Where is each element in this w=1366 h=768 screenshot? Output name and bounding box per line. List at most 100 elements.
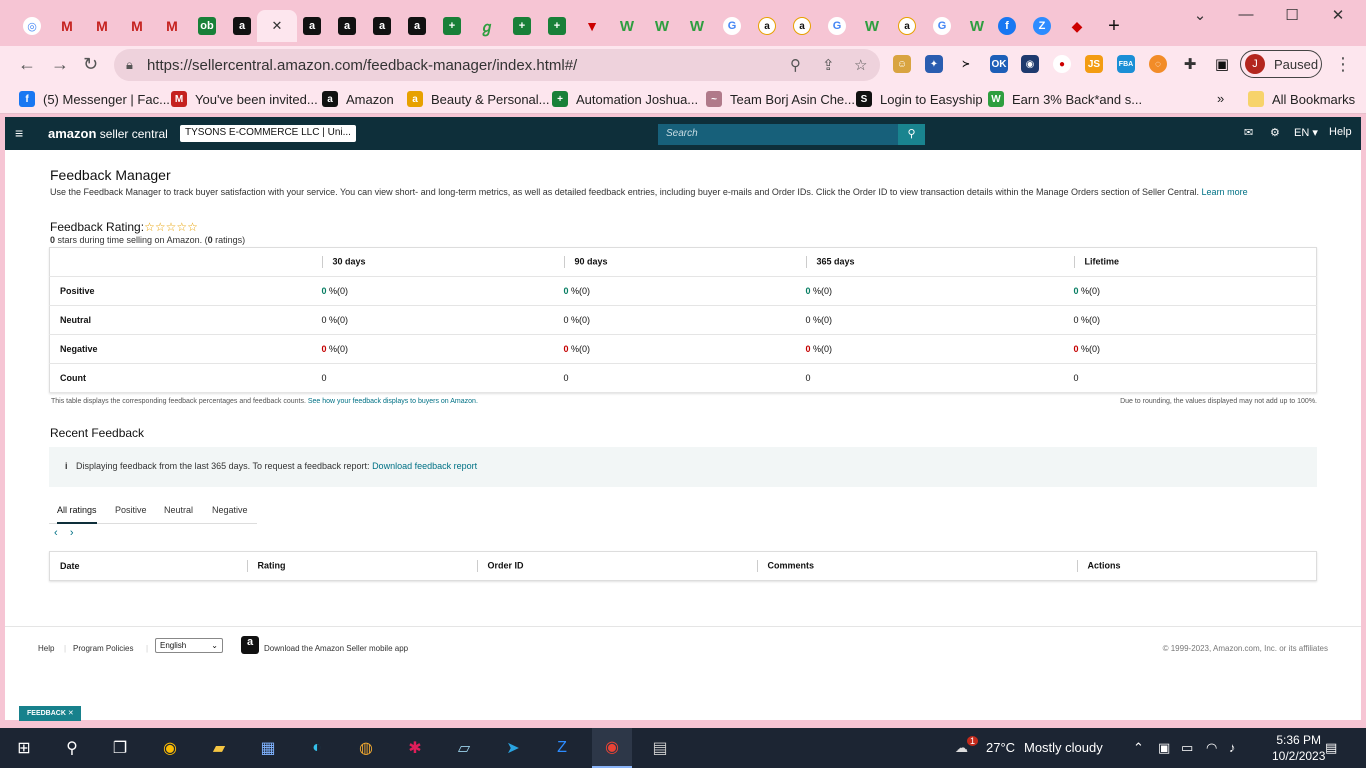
all-bookmarks[interactable]: All Bookmarks xyxy=(1248,91,1355,107)
edge-icon[interactable]: ◐ xyxy=(305,736,329,760)
task-view-icon[interactable]: ❐ xyxy=(108,736,132,760)
profile-button[interactable]: J Paused xyxy=(1240,50,1322,78)
notes-app-icon[interactable]: ▱ xyxy=(452,736,476,760)
next-page-icon[interactable]: › xyxy=(70,527,74,539)
feedback-display-link[interactable]: See how your feedback displays to buyers… xyxy=(308,398,478,405)
help-link[interactable]: Help xyxy=(1329,126,1352,138)
volume-icon[interactable]: ♪ xyxy=(1229,740,1236,755)
wifi-icon[interactable]: ◠ xyxy=(1206,740,1217,756)
extension-icon[interactable]: ✦ xyxy=(925,55,943,73)
chrome-icon[interactable]: ◉ xyxy=(158,736,182,760)
browser-tab[interactable]: a xyxy=(788,12,816,40)
zoom-magnifier-icon[interactable]: ⚲ xyxy=(790,56,801,74)
battery-icon[interactable]: ▭ xyxy=(1181,740,1193,756)
browser-tab[interactable]: G xyxy=(928,12,956,40)
search-input[interactable]: Search xyxy=(658,124,898,145)
browser-tab[interactable]: G xyxy=(718,12,746,40)
browser-tab[interactable]: ◆ xyxy=(1063,12,1091,40)
prev-page-icon[interactable]: ‹ xyxy=(54,527,58,539)
telegram-icon[interactable]: ➤ xyxy=(501,736,525,760)
gear-icon[interactable]: ⚙ xyxy=(1270,126,1280,139)
account-switcher[interactable]: TYSONS E-COMMERCE LLC | Uni... xyxy=(180,125,356,142)
bookmark-item[interactable]: a Beauty & Personal... xyxy=(407,91,550,107)
amazon-app-logo-icon[interactable]: a xyxy=(241,636,259,654)
maximize-window-button[interactable]: ☐ xyxy=(1272,6,1312,24)
browser-tab[interactable]: f xyxy=(993,12,1021,40)
address-bar[interactable]: 🔒︎ https://sellercentral.amazon.com/feed… xyxy=(114,49,880,81)
browser-tab[interactable]: a xyxy=(228,12,256,40)
browser-tab[interactable]: Z xyxy=(1028,12,1056,40)
column-header[interactable]: Date xyxy=(50,552,237,581)
calculator-icon[interactable]: ▤ xyxy=(648,736,672,760)
browser-tab[interactable]: a xyxy=(403,12,431,40)
bookmark-item[interactable]: + Automation Joshua... xyxy=(552,91,698,107)
browser-tab[interactable]: M xyxy=(53,12,81,40)
bookmark-item[interactable]: a Amazon xyxy=(322,91,394,107)
seller-central-logo[interactable]: amazon seller central xyxy=(48,126,168,141)
lock-icon[interactable]: 🔒︎ xyxy=(126,57,133,73)
learn-more-link[interactable]: Learn more xyxy=(1202,187,1248,197)
browser-tab[interactable]: M xyxy=(123,12,151,40)
filter-tab[interactable]: All ratings xyxy=(57,505,97,524)
notifications-icon[interactable]: ▤ xyxy=(1325,740,1337,756)
close-window-button[interactable]: ✕ xyxy=(1318,6,1358,24)
browser-tab[interactable]: W xyxy=(858,12,886,40)
meet-icon[interactable]: ▣ xyxy=(1158,740,1170,756)
bookmark-item[interactable]: W Earn 3% Back*and s... xyxy=(988,91,1142,107)
extensions-puzzle-icon[interactable]: ✚ xyxy=(1181,55,1199,73)
extension-icon[interactable]: ● xyxy=(1053,55,1071,73)
bookmark-item[interactable]: ~ Team Borj Asin Che... xyxy=(706,91,855,107)
browser-tab[interactable]: W xyxy=(683,12,711,40)
filter-tab[interactable]: Negative xyxy=(212,505,248,515)
chrome-active-icon[interactable]: ◉ xyxy=(592,728,632,768)
browser-tab[interactable]: + xyxy=(508,12,536,40)
weather-icon[interactable]: ☁ xyxy=(955,740,968,756)
extension-icon[interactable]: ☺ xyxy=(893,55,911,73)
bookmark-item[interactable]: S Login to Easyship xyxy=(856,91,983,107)
bookmarks-overflow-icon[interactable]: » xyxy=(1217,91,1224,106)
chevron-up-icon[interactable]: ⌃ xyxy=(1133,740,1144,756)
column-header[interactable]: Actions xyxy=(1067,552,1317,581)
browser-tab[interactable]: ▼ xyxy=(578,12,606,40)
hamburger-menu-icon[interactable]: ≡ xyxy=(15,125,23,141)
search-icon[interactable]: ⚲ xyxy=(60,736,84,760)
slack-icon[interactable]: ✱ xyxy=(403,736,427,760)
browser-tab[interactable]: a xyxy=(893,12,921,40)
browser-tab[interactable]: G xyxy=(823,12,851,40)
extension-icon[interactable]: FBA xyxy=(1117,55,1135,73)
download-app-link[interactable]: Download the Amazon Seller mobile app xyxy=(264,644,408,653)
program-policies-link[interactable]: Program Policies xyxy=(73,644,133,653)
browser-tab[interactable]: M xyxy=(158,12,186,40)
zoom-icon[interactable]: Z xyxy=(550,736,574,760)
tab-active[interactable]: ✕ xyxy=(257,10,297,42)
minimize-window-button[interactable]: — xyxy=(1226,6,1266,23)
browser-tab[interactable]: ℊ xyxy=(473,12,501,40)
language-select[interactable]: English ⌄ xyxy=(155,638,223,653)
browser-tab[interactable]: W xyxy=(613,12,641,40)
browser-tab[interactable]: W xyxy=(648,12,676,40)
browser-tab[interactable]: a xyxy=(368,12,396,40)
windows-start-icon[interactable]: ⊞ xyxy=(12,736,36,760)
browser-tab[interactable]: ◎ xyxy=(18,12,46,40)
extension-icon[interactable]: ≻ xyxy=(957,55,975,73)
network-app-icon[interactable]: ▦ xyxy=(256,736,280,760)
extension-icon[interactable]: ◉ xyxy=(1021,55,1039,73)
system-clock[interactable]: 5:36 PM 10/2/2023 xyxy=(1272,732,1325,764)
browser-tab[interactable]: a xyxy=(298,12,326,40)
reload-icon[interactable]: ↻ xyxy=(83,54,98,75)
extension-icon[interactable]: OK xyxy=(990,55,1008,73)
filter-tab[interactable]: Neutral xyxy=(164,505,193,515)
vpn-icon[interactable]: ◍ xyxy=(354,736,378,760)
download-feedback-report-link[interactable]: Download feedback report xyxy=(372,461,477,471)
footer-help-link[interactable]: Help xyxy=(38,644,54,653)
weather-text[interactable]: Mostly cloudy xyxy=(1024,740,1103,755)
minimize-icon[interactable]: ⌄ xyxy=(1180,6,1220,24)
new-tab-button[interactable]: + xyxy=(1100,12,1128,40)
search-icon[interactable]: ⚲ xyxy=(898,124,925,145)
browser-tab[interactable]: a xyxy=(753,12,781,40)
close-icon[interactable]: ✕ xyxy=(268,17,286,35)
url-text[interactable]: https://sellercentral.amazon.com/feedbac… xyxy=(147,57,577,74)
browser-tab[interactable]: ob xyxy=(193,12,221,40)
feedback-button[interactable]: FEEDBACK ✕ xyxy=(19,706,81,721)
language-selector[interactable]: EN ▾ xyxy=(1294,126,1318,139)
